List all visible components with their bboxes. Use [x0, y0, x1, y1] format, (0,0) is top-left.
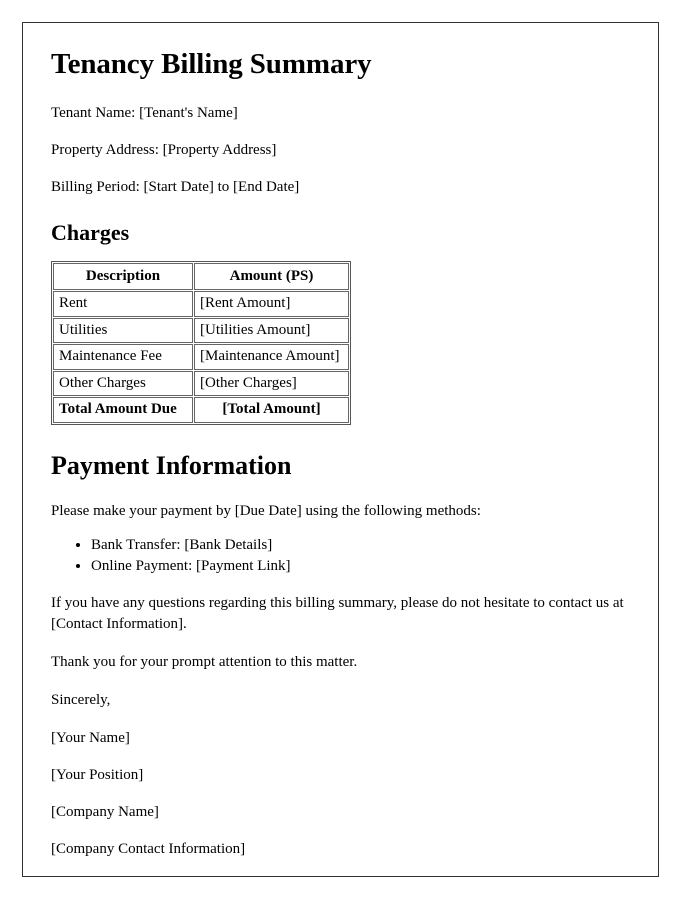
- row-amount: [Other Charges]: [194, 370, 349, 397]
- table-row: Rent [Rent Amount]: [53, 291, 349, 317]
- document-page: Tenancy Billing Summary Tenant Name: [Te…: [22, 22, 659, 877]
- total-label: Total Amount Due: [53, 397, 193, 423]
- closing-your-name: [Your Name]: [51, 729, 130, 746]
- thanks-paragraph: Thank you for your prompt attention to t…: [51, 654, 358, 671]
- total-amount: [Total Amount]: [194, 397, 349, 423]
- row-description: Rent: [53, 291, 193, 317]
- billing-period-line: Billing Period: [Start Date] to [End Dat…: [51, 179, 300, 196]
- property-address-line: Property Address: [Property Address]: [51, 142, 277, 159]
- column-header-description: Description: [53, 262, 193, 291]
- document-body: Tenancy Billing Summary Tenant Name: [Te…: [23, 23, 658, 897]
- payment-information-heading: Payment Information: [51, 450, 292, 480]
- table-header-row: Description Amount (PS): [53, 262, 349, 291]
- payment-methods-list: Bank Transfer: [Bank Details] Online Pay…: [51, 535, 630, 578]
- row-description: Utilities: [53, 317, 193, 344]
- row-description: Maintenance Fee: [53, 344, 193, 370]
- closing-company-contact: [Company Contact Information]: [51, 841, 246, 858]
- closing-your-position: [Your Position]: [51, 766, 144, 783]
- questions-paragraph: If you have any questions regarding this…: [51, 595, 624, 633]
- table-total-row: Total Amount Due [Total Amount]: [53, 397, 349, 423]
- payment-intro-text: Please make your payment by [Due Date] u…: [51, 502, 481, 519]
- tenant-name-line: Tenant Name: [Tenant's Name]: [51, 104, 238, 121]
- row-amount: [Rent Amount]: [194, 291, 349, 317]
- row-amount: [Utilities Amount]: [194, 317, 349, 344]
- row-description: Other Charges: [53, 370, 193, 397]
- list-item: Bank Transfer: [Bank Details]: [91, 535, 630, 556]
- closing-company-name: [Company Name]: [51, 804, 159, 821]
- charges-heading: Charges: [51, 219, 130, 245]
- row-amount: [Maintenance Amount]: [194, 344, 349, 370]
- closing-salutation: Sincerely,: [51, 692, 111, 709]
- table-row: Utilities [Utilities Amount]: [53, 317, 349, 344]
- table-row: Other Charges [Other Charges]: [53, 370, 349, 397]
- list-item: Online Payment: [Payment Link]: [91, 556, 630, 577]
- table-row: Maintenance Fee [Maintenance Amount]: [53, 344, 349, 370]
- column-header-amount: Amount (PS): [194, 262, 349, 291]
- charges-table: Description Amount (PS) Rent [Rent Amoun…: [51, 260, 351, 425]
- page-title: Tenancy Billing Summary: [51, 48, 372, 80]
